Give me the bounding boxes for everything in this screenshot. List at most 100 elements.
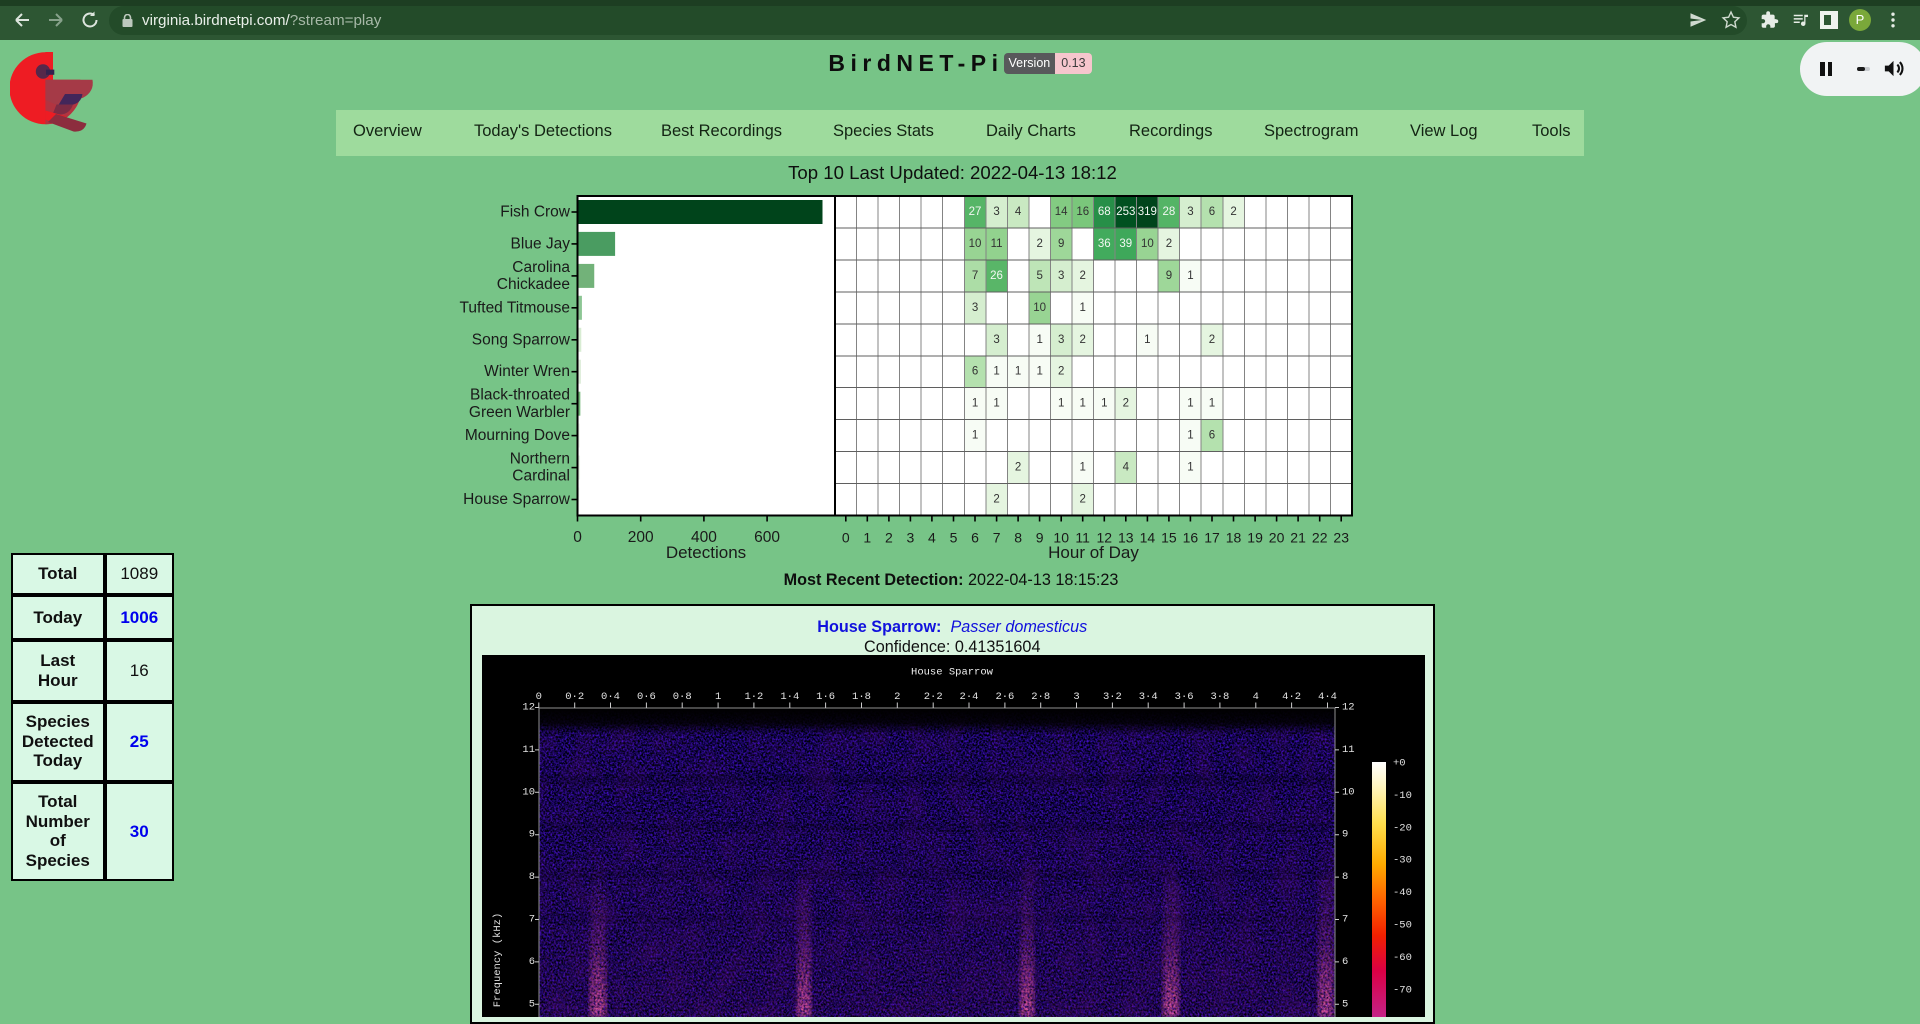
svg-text:8: 8 xyxy=(529,871,535,883)
svg-text:3·8: 3·8 xyxy=(1210,691,1229,703)
svg-text:3·4: 3·4 xyxy=(1139,691,1158,703)
svg-text:1·2: 1·2 xyxy=(744,691,763,703)
svg-text:2: 2 xyxy=(1080,334,1086,346)
svg-text:-50: -50 xyxy=(1393,920,1412,932)
svg-text:2: 2 xyxy=(1166,238,1172,250)
svg-text:3: 3 xyxy=(993,334,999,346)
svg-text:1: 1 xyxy=(1187,398,1193,410)
svg-text:-10: -10 xyxy=(1393,790,1412,802)
svg-text:0: 0 xyxy=(536,691,542,703)
svg-text:3·2: 3·2 xyxy=(1103,691,1122,703)
svg-text:1: 1 xyxy=(1080,398,1086,410)
svg-text:319: 319 xyxy=(1138,206,1157,218)
svg-text:4·4: 4·4 xyxy=(1318,691,1337,703)
svg-text:10: 10 xyxy=(1141,238,1154,250)
svg-text:27: 27 xyxy=(969,206,982,218)
svg-text:Carolina: Carolina xyxy=(512,259,570,276)
svg-text:2: 2 xyxy=(894,691,900,703)
svg-text:4: 4 xyxy=(1015,206,1022,218)
svg-text:8: 8 xyxy=(1342,871,1348,883)
svg-text:Mourning Dove: Mourning Dove xyxy=(465,427,570,444)
svg-text:1: 1 xyxy=(715,691,721,703)
svg-text:House Sparrow: House Sparrow xyxy=(463,491,571,508)
svg-text:4: 4 xyxy=(928,530,936,546)
svg-text:Northern: Northern xyxy=(510,451,570,468)
svg-text:Frequency (kHz): Frequency (kHz) xyxy=(492,913,504,1008)
svg-text:11: 11 xyxy=(991,238,1003,250)
svg-text:2·6: 2·6 xyxy=(995,691,1014,703)
svg-text:0·6: 0·6 xyxy=(637,691,656,703)
svg-text:1·6: 1·6 xyxy=(816,691,835,703)
svg-text:7: 7 xyxy=(529,914,535,926)
svg-text:9: 9 xyxy=(529,829,535,841)
svg-text:Blue Jay: Blue Jay xyxy=(511,235,571,252)
svg-text:2: 2 xyxy=(1123,398,1129,410)
svg-text:1: 1 xyxy=(1036,366,1042,378)
svg-text:18: 18 xyxy=(1226,530,1242,546)
svg-text:10: 10 xyxy=(1033,302,1046,314)
svg-text:1: 1 xyxy=(1101,398,1107,410)
svg-text:1: 1 xyxy=(972,430,978,442)
svg-text:7: 7 xyxy=(1342,914,1348,926)
svg-text:3: 3 xyxy=(993,206,999,218)
svg-text:1·4: 1·4 xyxy=(780,691,799,703)
svg-text:6: 6 xyxy=(1209,430,1215,442)
svg-text:0: 0 xyxy=(842,530,850,546)
svg-text:10: 10 xyxy=(522,786,535,798)
svg-text:1: 1 xyxy=(1144,334,1150,346)
svg-text:4: 4 xyxy=(1253,691,1259,703)
svg-text:19: 19 xyxy=(1247,530,1263,546)
svg-text:2·8: 2·8 xyxy=(1031,691,1050,703)
svg-text:16: 16 xyxy=(1076,206,1089,218)
svg-text:0·2: 0·2 xyxy=(565,691,584,703)
svg-text:2: 2 xyxy=(885,530,893,546)
svg-text:2: 2 xyxy=(1058,366,1064,378)
svg-text:10: 10 xyxy=(1342,786,1355,798)
svg-text:6: 6 xyxy=(1342,956,1348,968)
svg-text:Chickadee: Chickadee xyxy=(497,276,570,293)
svg-text:1: 1 xyxy=(993,398,999,410)
svg-text:11: 11 xyxy=(1342,744,1355,756)
svg-text:2: 2 xyxy=(993,494,999,506)
svg-text:3: 3 xyxy=(972,302,978,314)
svg-text:-30: -30 xyxy=(1393,855,1412,867)
svg-text:3: 3 xyxy=(1058,270,1064,282)
svg-text:2: 2 xyxy=(1015,462,1021,474)
svg-text:17: 17 xyxy=(1204,530,1220,546)
svg-text:15: 15 xyxy=(1161,530,1177,546)
svg-text:10: 10 xyxy=(969,238,982,250)
svg-text:22: 22 xyxy=(1312,530,1328,546)
svg-text:Green Warbler: Green Warbler xyxy=(469,404,570,421)
svg-text:1: 1 xyxy=(863,530,871,546)
svg-text:12: 12 xyxy=(1342,702,1355,714)
svg-text:3·6: 3·6 xyxy=(1175,691,1194,703)
svg-text:Tufted Titmouse: Tufted Titmouse xyxy=(459,299,570,316)
svg-text:16: 16 xyxy=(1183,530,1199,546)
svg-text:28: 28 xyxy=(1163,206,1176,218)
svg-text:39: 39 xyxy=(1119,238,1132,250)
svg-text:1: 1 xyxy=(1080,462,1086,474)
svg-text:1: 1 xyxy=(1015,366,1021,378)
svg-text:2: 2 xyxy=(1080,494,1086,506)
svg-text:Black-throated: Black-throated xyxy=(470,387,570,404)
svg-text:3: 3 xyxy=(1058,334,1064,346)
svg-text:20: 20 xyxy=(1269,530,1285,546)
svg-text:Hour of Day: Hour of Day xyxy=(1048,543,1139,562)
svg-text:3: 3 xyxy=(907,530,915,546)
svg-text:26: 26 xyxy=(990,270,1003,282)
svg-text:-60: -60 xyxy=(1393,952,1412,964)
svg-text:6: 6 xyxy=(1209,206,1215,218)
svg-text:Song Sparrow: Song Sparrow xyxy=(472,331,571,348)
svg-text:253: 253 xyxy=(1116,206,1135,218)
svg-text:-70: -70 xyxy=(1393,984,1412,996)
svg-text:1: 1 xyxy=(972,398,978,410)
svg-text:Detections: Detections xyxy=(666,543,746,562)
svg-text:4: 4 xyxy=(1123,462,1130,474)
svg-text:200: 200 xyxy=(628,529,654,546)
svg-text:9: 9 xyxy=(1342,829,1348,841)
svg-text:5: 5 xyxy=(950,530,958,546)
svg-text:21: 21 xyxy=(1290,530,1306,546)
svg-text:1: 1 xyxy=(1036,334,1042,346)
svg-text:3: 3 xyxy=(1073,691,1079,703)
svg-text:2·4: 2·4 xyxy=(960,691,979,703)
